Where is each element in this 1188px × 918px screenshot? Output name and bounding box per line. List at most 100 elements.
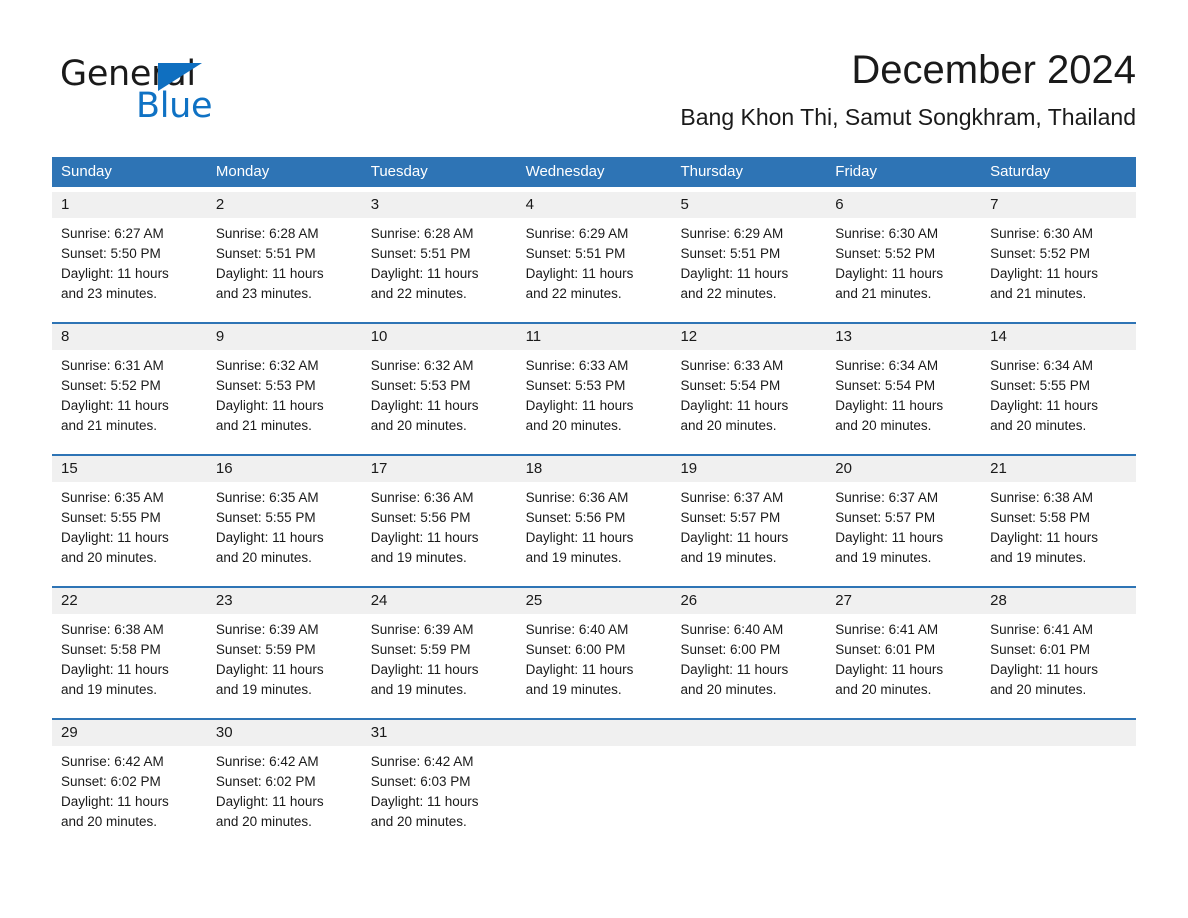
day-sun-info: Sunrise: 6:32 AM Sunset: 5:53 PM Daylight:… (362, 350, 517, 436)
daylight-text-line2: and 20 minutes. (61, 550, 158, 565)
day-number: 14 (981, 324, 1137, 350)
sunset-text: Sunset: 5:56 PM (525, 510, 626, 525)
calendar-day-cell[interactable]: 11 Sunrise: 6:33 AM Sunset: 5:53 PM Dayligh… (516, 324, 672, 436)
calendar-day-cell[interactable]: 10 Sunrise: 6:32 AM Sunset: 5:53 PM Dayligh… (361, 324, 517, 436)
day-sun-info: Sunrise: 6:42 AM Sunset: 6:02 PM Daylight:… (207, 746, 362, 832)
calendar-day-cell[interactable]: 14 Sunrise: 6:34 AM Sunset: 5:55 PM Dayligh… (981, 324, 1137, 436)
daylight-text-line2: and 20 minutes. (215, 814, 312, 829)
calendar-day-cell[interactable]: 6 Sunrise: 6:30 AM Sunset: 5:52 PM Daylight… (826, 192, 982, 304)
sunset-text: Sunset: 6:00 PM (525, 642, 626, 657)
calendar-day-cell[interactable]: 1 Sunrise: 6:27 AM Sunset: 5:50 PM Daylight… (52, 192, 207, 304)
day-number: 19 (671, 456, 827, 482)
daylight-text-line1: Daylight: 11 hours (680, 530, 789, 545)
calendar-day-cell[interactable]: 5 Sunrise: 6:29 AM Sunset: 5:51 PM Daylight… (671, 192, 827, 304)
day-number: 28 (981, 588, 1137, 614)
sunset-text: Sunset: 5:54 PM (680, 378, 781, 393)
daylight-text-line2: and 21 minutes. (990, 286, 1087, 301)
calendar-day-cell[interactable]: 26 Sunrise: 6:40 AM Sunset: 6:00 PM Dayligh… (671, 588, 827, 700)
sunrise-text: Sunrise: 6:37 AM (680, 490, 784, 505)
sunrise-text: Sunrise: 6:35 AM (61, 490, 164, 505)
calendar-day-cell[interactable]: 20 Sunrise: 6:37 AM Sunset: 5:57 PM Dayligh… (826, 456, 982, 568)
calendar-week-row: 1 Sunrise: 6:27 AM Sunset: 5:50 PM Daylight… (52, 192, 1137, 304)
daylight-text-line2: and 22 minutes. (680, 286, 777, 301)
calendar-day-cell[interactable]: 16 Sunrise: 6:35 AM Sunset: 5:55 PM Dayligh… (206, 456, 362, 568)
daylight-text-line2: and 19 minutes. (370, 550, 467, 565)
daylight-text-line1: Daylight: 11 hours (835, 266, 944, 281)
day-sun-info (517, 746, 672, 830)
day-number: 10 (361, 324, 517, 350)
calendar-day-cell[interactable]: 31 Sunrise: 6:42 AM Sunset: 6:03 PM Dayligh… (361, 720, 517, 832)
calendar-day-cell[interactable]: 30 Sunrise: 6:42 AM Sunset: 6:02 PM Dayligh… (206, 720, 362, 832)
calendar-day-cell[interactable]: 2 Sunrise: 6:28 AM Sunset: 5:51 PM Daylight… (206, 192, 362, 304)
calendar-day-cell-empty (826, 720, 982, 832)
day-number: 5 (671, 192, 827, 218)
sunrise-text: Sunrise: 6:42 AM (61, 754, 164, 769)
calendar-day-cell[interactable]: 22 Sunrise: 6:38 AM Sunset: 5:58 PM Dayligh… (52, 588, 207, 700)
daylight-text-line1: Daylight: 11 hours (680, 266, 789, 281)
sunrise-text: Sunrise: 6:36 AM (525, 490, 629, 505)
daylight-text-line2: and 19 minutes. (990, 550, 1087, 565)
sunset-text: Sunset: 5:55 PM (215, 510, 316, 525)
calendar-day-cell[interactable]: 23 Sunrise: 6:39 AM Sunset: 5:59 PM Dayligh… (206, 588, 362, 700)
day-sun-info: Sunrise: 6:30 AM Sunset: 5:52 PM Daylight:… (826, 218, 981, 304)
calendar-day-cell[interactable]: 29 Sunrise: 6:42 AM Sunset: 6:02 PM Dayligh… (52, 720, 207, 832)
general-blue-logo[interactable]: General Blue (60, 54, 320, 128)
calendar-day-cell[interactable]: 21 Sunrise: 6:38 AM Sunset: 5:58 PM Dayligh… (981, 456, 1137, 568)
calendar-day-cell[interactable]: 12 Sunrise: 6:33 AM Sunset: 5:54 PM Dayligh… (671, 324, 827, 436)
day-number (981, 720, 1137, 746)
weekday-header-sunday: Sunday (61, 163, 112, 180)
daylight-text-line2: and 19 minutes. (680, 550, 777, 565)
calendar-day-cell[interactable]: 24 Sunrise: 6:39 AM Sunset: 5:59 PM Dayligh… (361, 588, 517, 700)
day-sun-info: Sunrise: 6:28 AM Sunset: 5:51 PM Daylight:… (207, 218, 362, 304)
sunset-text: Sunset: 5:51 PM (370, 246, 471, 261)
sunset-text: Sunset: 5:55 PM (990, 378, 1090, 393)
week-row-spacer (52, 568, 1136, 586)
day-sun-info: Sunrise: 6:42 AM Sunset: 6:02 PM Daylight:… (52, 746, 207, 832)
sunrise-text: Sunrise: 6:28 AM (215, 226, 319, 241)
daylight-text-line2: and 20 minutes. (680, 682, 777, 697)
daylight-text-line2: and 20 minutes. (680, 418, 777, 433)
calendar-day-cell[interactable]: 9 Sunrise: 6:32 AM Sunset: 5:53 PM Daylight… (206, 324, 362, 436)
day-sun-info: Sunrise: 6:41 AM Sunset: 6:01 PM Daylight:… (826, 614, 981, 700)
sunrise-text: Sunrise: 6:41 AM (990, 622, 1093, 637)
day-number: 11 (516, 324, 672, 350)
day-sun-info: Sunrise: 6:37 AM Sunset: 5:57 PM Daylight:… (671, 482, 826, 568)
daylight-text-line2: and 21 minutes. (835, 286, 932, 301)
sunset-text: Sunset: 5:59 PM (215, 642, 316, 657)
day-number: 26 (671, 588, 827, 614)
day-number: 20 (826, 456, 982, 482)
day-number: 12 (671, 324, 827, 350)
weekday-header-row: Sunday Monday Tuesday Wednesday Thursday… (52, 157, 1136, 187)
logo-word-blue: Blue (136, 86, 213, 126)
sunset-text: Sunset: 6:00 PM (680, 642, 781, 657)
week-row-spacer (52, 436, 1136, 454)
daylight-text-line2: and 19 minutes. (215, 682, 312, 697)
daylight-text-line2: and 19 minutes. (525, 550, 622, 565)
day-sun-info: Sunrise: 6:33 AM Sunset: 5:53 PM Daylight:… (517, 350, 672, 436)
daylight-text-line1: Daylight: 11 hours (370, 794, 479, 809)
calendar-day-cell[interactable]: 25 Sunrise: 6:40 AM Sunset: 6:00 PM Dayligh… (516, 588, 672, 700)
calendar-day-cell[interactable]: 3 Sunrise: 6:28 AM Sunset: 5:51 PM Daylight… (361, 192, 517, 304)
calendar-day-cell[interactable]: 18 Sunrise: 6:36 AM Sunset: 5:56 PM Dayligh… (516, 456, 672, 568)
calendar-day-cell[interactable]: 7 Sunrise: 6:30 AM Sunset: 5:52 PM Daylight… (981, 192, 1137, 304)
calendar-day-cell[interactable]: 4 Sunrise: 6:29 AM Sunset: 5:51 PM Daylight… (516, 192, 672, 304)
sunset-text: Sunset: 5:51 PM (525, 246, 626, 261)
daylight-text-line1: Daylight: 11 hours (61, 266, 169, 281)
calendar-day-cell[interactable]: 28 Sunrise: 6:41 AM Sunset: 6:01 PM Dayligh… (981, 588, 1137, 700)
sunset-text: Sunset: 6:02 PM (215, 774, 316, 789)
calendar-day-cell[interactable]: 27 Sunrise: 6:41 AM Sunset: 6:01 PM Dayligh… (826, 588, 982, 700)
daylight-text-line2: and 20 minutes. (370, 814, 467, 829)
day-sun-info: Sunrise: 6:33 AM Sunset: 5:54 PM Daylight:… (671, 350, 826, 436)
calendar-day-cell[interactable]: 15 Sunrise: 6:35 AM Sunset: 5:55 PM Dayligh… (52, 456, 207, 568)
day-number: 1 (52, 192, 207, 218)
calendar-day-cell[interactable]: 17 Sunrise: 6:36 AM Sunset: 5:56 PM Dayligh… (361, 456, 517, 568)
day-sun-info: Sunrise: 6:41 AM Sunset: 6:01 PM Daylight:… (981, 614, 1136, 700)
location-subtitle: Bang Khon Thi, Samut Songkhram, Thailand (680, 104, 1136, 130)
day-sun-info: Sunrise: 6:39 AM Sunset: 5:59 PM Daylight:… (207, 614, 362, 700)
calendar-day-cell[interactable]: 19 Sunrise: 6:37 AM Sunset: 5:57 PM Dayligh… (671, 456, 827, 568)
daylight-text-line1: Daylight: 11 hours (61, 662, 169, 677)
page-header: General Blue December 2024 Bang Khon Thi… (52, 44, 1136, 144)
calendar-day-cell[interactable]: 13 Sunrise: 6:34 AM Sunset: 5:54 PM Dayligh… (826, 324, 982, 436)
calendar-day-cell[interactable]: 8 Sunrise: 6:31 AM Sunset: 5:52 PM Daylight… (52, 324, 207, 436)
day-number: 24 (361, 588, 517, 614)
